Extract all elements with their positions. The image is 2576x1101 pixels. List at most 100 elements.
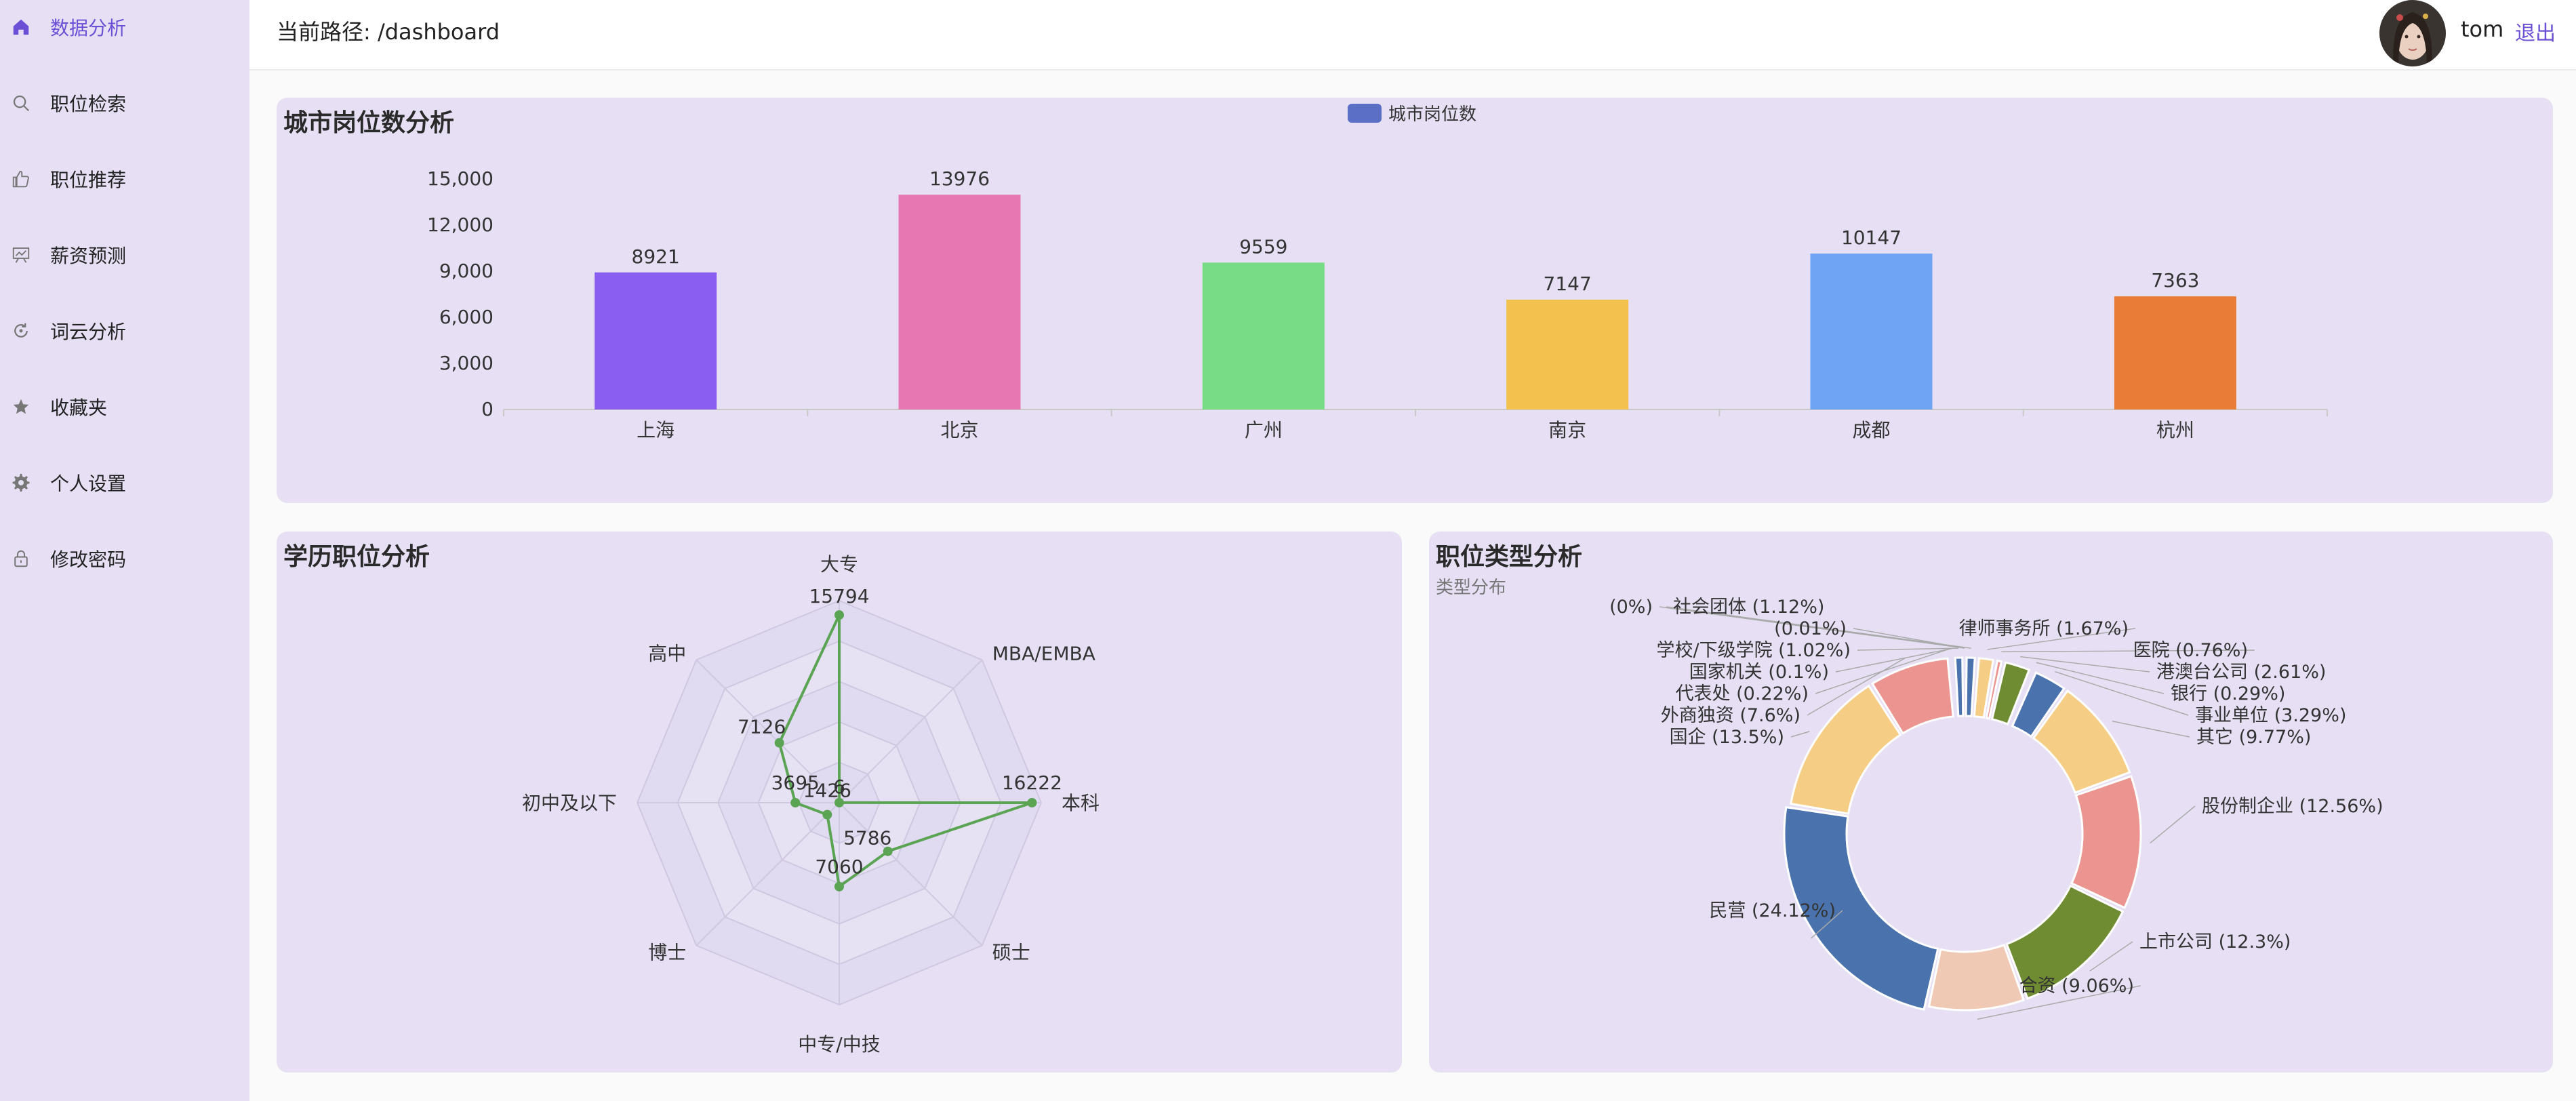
sidebar-item-change-password[interactable]: 修改密码 — [0, 532, 249, 586]
label-leader-line — [2112, 721, 2190, 738]
sidebar-item-label: 修改密码 — [50, 548, 127, 571]
y-tick-label: 3,000 — [439, 352, 494, 374]
avatar[interactable] — [2379, 0, 2446, 66]
label-leader-line — [2150, 805, 2196, 844]
donut-slice-label: (0.01%) — [1774, 618, 1847, 639]
donut-slice — [1954, 656, 1965, 717]
username: tom — [2461, 16, 2504, 42]
y-tick-label: 12,000 — [427, 214, 494, 236]
radar-indicator-label: 本科 — [1062, 792, 1100, 814]
edu-radar-chart: 大专MBA/EMBA本科硕士中专/中技博士初中及以下高中157946 162225… — [522, 553, 1100, 1056]
sidebar-item-label: 薪资预测 — [50, 245, 127, 267]
radar-indicator-label: 中专/中技 — [798, 1033, 880, 1056]
donut-slice-label: 港澳台公司 (2.61%) — [2156, 662, 2326, 683]
donut-slice-label: 代表处 (0.22%) — [1676, 683, 1809, 704]
radar-indicator-label: 硕士 — [992, 942, 1030, 964]
city-chart-card: 城市岗位数分析 城市岗位数 0 3,000 6,000 9,000 12,000 15,00… — [277, 98, 2553, 503]
donut-slice — [1965, 656, 1976, 717]
donut-slice-label: 律师事务所 (1.67%) — [1959, 618, 2129, 639]
lock-icon — [9, 547, 33, 570]
x-tick-label: 南京 — [1548, 419, 1586, 441]
sidebar-item-settings[interactable]: 个人设置 — [0, 456, 249, 510]
bar — [1202, 262, 1325, 409]
donut-slice-label: 外商独资 (7.6%) — [1661, 705, 1800, 726]
sidebar-item-label: 数据分析 — [50, 17, 127, 39]
radar-indicator-label: 高中 — [648, 642, 686, 664]
y-tick-label: 0 — [481, 398, 494, 420]
logout-link[interactable]: 退出 — [2515, 16, 2556, 46]
donut-slice — [1790, 684, 1902, 815]
y-tick-label: 15,000 — [427, 167, 494, 190]
radar-value-label: 16222 — [1002, 772, 1062, 794]
presentation-icon — [9, 243, 33, 266]
donut-slice-label: 合资 (9.06%) — [2019, 976, 2134, 997]
legend-swatch — [1348, 104, 1382, 123]
donut-slice-label: 上市公司 (12.3%) — [2139, 932, 2291, 953]
legend-label: 城市岗位数 — [1388, 104, 1476, 125]
y-tick-label: 9,000 — [439, 260, 494, 282]
radar-value-label: 7126 — [738, 716, 786, 738]
bar — [595, 272, 717, 409]
sidebar-item-salary-predict[interactable]: 薪资预测 — [0, 228, 249, 282]
donut-slice — [1927, 944, 2026, 1012]
radar-point — [1027, 798, 1037, 807]
radar-value-label: 7060 — [815, 856, 863, 878]
radar-indicator-label: 大专 — [820, 553, 858, 576]
x-tick-label: 成都 — [1852, 419, 1890, 441]
sidebar-item-label: 个人设置 — [50, 473, 127, 495]
bar — [1506, 300, 1629, 409]
x-tick-label: 北京 — [940, 419, 978, 441]
sidebar: 数据分析 职位检索 职位推荐 薪资预测 词云分析 收藏夹 个人设置 修改密码 — [0, 0, 249, 1101]
sidebar-item-favorites[interactable]: 收藏夹 — [0, 380, 249, 434]
edu-chart-card: 学历职位分析 大专 MBA/EMBA 本科 硕士 中专/中技 博士 初中及以下 高中 15794… — [277, 532, 1402, 1073]
bar-value-label: 8921 — [632, 245, 680, 268]
x-tick-label: 上海 — [637, 419, 675, 441]
bar — [898, 195, 1021, 409]
donut-slice-label: 社会团体 (1.12%) — [1673, 597, 1824, 618]
donut-slice-label: (0%) — [1609, 597, 1653, 618]
donut-slice-label: 国家机关 (0.1%) — [1689, 662, 1829, 683]
search-icon — [9, 92, 33, 115]
donut-slice-label: 银行 (0.29%) — [2171, 683, 2285, 704]
jobtype-chart-card: 职位类型分析 类型分布 (0%) 社会团体 (1.12%) 律师事务所 (1.67%… — [1429, 532, 2553, 1073]
star-icon — [9, 395, 33, 418]
donut-slice-label: 事业单位 (3.29%) — [2195, 705, 2346, 726]
radar-point — [834, 610, 844, 620]
radar-indicator-label: 博士 — [648, 942, 686, 964]
label-leader-line — [2020, 656, 2150, 673]
bar-value-label: 13976 — [929, 167, 990, 190]
radar-value-label: 5786 — [843, 827, 891, 849]
radar-indicator-label: MBA/EMBA — [992, 642, 1095, 664]
donut-slice-label: 股份制企业 (12.56%) — [2202, 796, 2383, 817]
sidebar-item-job-recommend[interactable]: 职位推荐 — [0, 152, 249, 206]
bar — [1810, 254, 1933, 409]
sidebar-item-wordcloud[interactable]: 词云分析 — [0, 304, 249, 358]
donut-slice — [2070, 775, 2142, 909]
sidebar-item-data-analysis[interactable]: 数据分析 — [0, 0, 249, 54]
radar-point — [822, 809, 832, 820]
bar-value-label: 7147 — [1544, 273, 1592, 295]
x-tick-label: 杭州 — [2156, 419, 2194, 441]
chart-legend: 城市岗位数 — [1348, 104, 1476, 125]
donut-slice-label: 医院 (0.76%) — [2133, 640, 2248, 661]
gear-icon — [9, 471, 33, 494]
label-leader-line — [1790, 731, 1810, 738]
bar-value-label: 10147 — [1841, 226, 1901, 249]
thumb-up-icon — [9, 167, 33, 191]
sidebar-item-label: 职位检索 — [50, 93, 127, 115]
radar-value-label: 15794 — [809, 585, 869, 607]
x-tick-label: 广州 — [1245, 419, 1283, 441]
donut-slice-label: 其它 (9.77%) — [2196, 727, 2311, 748]
city-bar-chart: 城市岗位数 0 3,000 6,000 9,000 12,000 15,000 8921 上海 1… — [427, 104, 2328, 441]
top-header: 当前路径: /dashboard tom 退出 — [249, 0, 2576, 71]
cloud-refresh-icon — [9, 319, 33, 342]
sidebar-item-label: 职位推荐 — [50, 169, 127, 191]
sidebar-item-label: 词云分析 — [50, 321, 127, 343]
donut-slice-label: 民营 (24.12%) — [1709, 900, 1836, 921]
bar-value-label: 9559 — [1239, 235, 1287, 258]
radar-point — [790, 798, 801, 807]
radar-point — [834, 881, 844, 892]
sidebar-item-job-search[interactable]: 职位检索 — [0, 76, 249, 130]
label-leader-line — [1853, 628, 1965, 649]
bar-value-label: 7363 — [2151, 269, 2199, 292]
